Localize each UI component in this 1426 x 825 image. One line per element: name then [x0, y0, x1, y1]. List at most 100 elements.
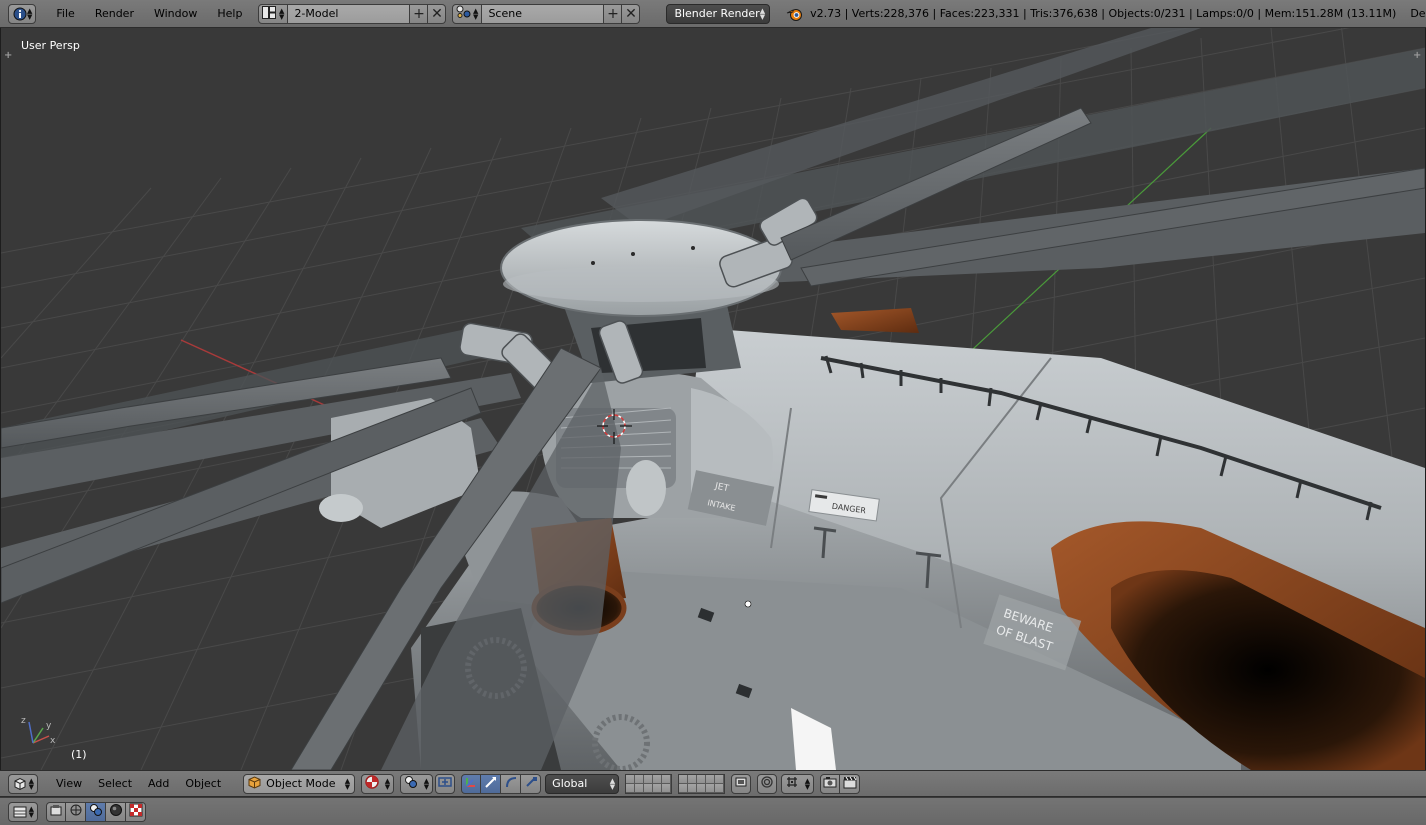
editor-type-selector[interactable]: ▲ ▼	[8, 3, 37, 24]
3d-viewport[interactable]: JET INTAKE DANGER BEWARE OF BLAST y z x …	[0, 28, 1426, 770]
close-icon: ✕	[625, 5, 637, 22]
layer-block-2[interactable]	[678, 773, 726, 794]
editor-type-selector[interactable]: ▲ ▼	[8, 801, 38, 822]
object-origin-dot	[744, 600, 752, 608]
manipulator-icon	[464, 775, 478, 792]
lock-camera-layers-button[interactable]	[731, 773, 752, 794]
updown-arrows-icon: ▲ ▼	[279, 6, 285, 21]
pivot-point-dropdown[interactable]: ▲ ▼	[400, 773, 434, 794]
translate-manipulator-button[interactable]	[481, 773, 502, 794]
menu-object[interactable]: Object	[177, 774, 229, 794]
menu-render[interactable]: Render	[85, 4, 144, 24]
bounding-box-icon	[49, 803, 63, 820]
layers-lock-icon	[734, 775, 748, 792]
screen-layout-selector: ▲ ▼ 2-Model + ✕	[258, 3, 447, 24]
proportional-editing-button[interactable]	[757, 773, 778, 794]
view-name-label: User Persp	[21, 39, 80, 52]
add-screen-button[interactable]: +	[410, 3, 429, 24]
updown-arrows-icon: ▲ ▼	[609, 776, 616, 791]
layer-block-1[interactable]	[625, 773, 673, 794]
scene-icon	[456, 5, 472, 22]
camera-render-icon	[823, 775, 837, 792]
3d-view-icon	[12, 776, 27, 791]
viewport-shading-dropdown[interactable]: ▲ ▼	[361, 773, 395, 794]
3d-view-header: ▲ ▼ View Select Add Object Object Mode ▲ ▼…	[0, 770, 1426, 797]
scene-browse[interactable]: ▲ ▼	[452, 3, 483, 24]
add-scene-button[interactable]: +	[604, 3, 623, 24]
delete-scene-button[interactable]: ✕	[622, 3, 641, 24]
screen-layout-browse[interactable]: ▲ ▼	[258, 3, 289, 24]
area-split-corner-icon[interactable]: +	[4, 50, 12, 61]
menu-window[interactable]: Window	[144, 4, 207, 24]
menu-add[interactable]: Add	[140, 774, 177, 794]
area-split-corner-icon[interactable]: +	[1413, 50, 1421, 61]
updown-arrows-icon: ▲ ▼	[759, 6, 766, 21]
shading-icon	[365, 775, 379, 792]
menu-help[interactable]: Help	[207, 4, 252, 24]
render-buttons-group	[820, 773, 861, 794]
updown-arrows-icon: ▲ ▼	[473, 6, 479, 21]
checker-icon	[129, 803, 143, 820]
scene-selector: ▲ ▼ Scene + ✕	[452, 3, 641, 24]
file-name: Demo	[1410, 7, 1426, 20]
manipulator-group	[461, 773, 542, 794]
info-header: ▲ ▼ File Render Window Help ▲ ▼ 2-Model + …	[0, 0, 1426, 28]
interaction-mode-value: Object Mode	[266, 777, 336, 790]
proportional-edit-icon	[760, 775, 774, 792]
updown-arrows-icon: ▲ ▼	[384, 776, 391, 791]
solid-sphere-icon	[89, 803, 103, 820]
rendered-shading-button[interactable]	[126, 801, 146, 822]
delete-screen-button[interactable]: ✕	[428, 3, 447, 24]
render-engine-dropdown[interactable]: Blender Render ▲ ▼	[666, 3, 771, 24]
updown-arrows-icon: ▲ ▼	[28, 776, 34, 791]
center-points-icon	[438, 775, 452, 792]
updown-arrows-icon: ▲ ▼	[27, 6, 33, 21]
editor-type-selector[interactable]: ▲ ▼	[8, 773, 38, 794]
layer-selector	[625, 773, 731, 794]
object-mode-icon	[248, 775, 261, 792]
solid-shading-button[interactable]	[86, 801, 106, 822]
pivot-icon	[404, 775, 418, 792]
scene-name[interactable]: Scene	[482, 3, 605, 24]
render-engine-value: Blender Render	[674, 7, 760, 20]
gizmo-z-label: z	[21, 716, 26, 726]
rotate-arc-icon	[504, 775, 518, 792]
blender-logo-icon	[786, 6, 804, 22]
scale-manipulator-button[interactable]	[521, 773, 542, 794]
timeline-shading-buttons	[46, 801, 146, 822]
plus-icon: +	[413, 5, 425, 22]
scale-icon	[524, 775, 538, 792]
snap-element-dropdown[interactable]: ▲ ▼	[781, 773, 815, 794]
toggle-manipulator-button[interactable]	[461, 773, 482, 794]
transform-orientation-dropdown[interactable]: Global ▲ ▼	[545, 773, 620, 794]
updown-arrows-icon: ▲ ▼	[28, 804, 34, 819]
wireframe-shading-button[interactable]	[66, 801, 86, 822]
material-shading-button[interactable]	[106, 801, 126, 822]
wireframe-icon	[69, 803, 83, 820]
transform-orientation-value: Global	[552, 777, 588, 790]
axis-gizmo: y z x	[21, 716, 56, 746]
screen-layout-name[interactable]: 2-Model	[288, 3, 411, 24]
clapper-render-icon	[843, 775, 857, 792]
rotate-manipulator-button[interactable]	[501, 773, 522, 794]
manipulate-center-points-button[interactable]	[435, 773, 456, 794]
menu-select[interactable]: Select	[90, 774, 140, 794]
current-frame-label: (1)	[71, 748, 87, 761]
timeline-header: ▲ ▼	[0, 797, 1426, 825]
material-sphere-icon	[109, 803, 123, 820]
updown-arrows-icon: ▲ ▼	[804, 776, 811, 791]
layout-icon	[262, 5, 277, 22]
scene-render: JET INTAKE DANGER BEWARE OF BLAST y z x	[1, 28, 1425, 770]
opengl-render-animation-button[interactable]	[840, 773, 861, 794]
updown-arrows-icon: ▲ ▼	[423, 776, 430, 791]
bounding-box-shading-button[interactable]	[46, 801, 66, 822]
info-icon	[12, 6, 27, 21]
plus-icon: +	[607, 5, 619, 22]
translate-arrow-icon	[484, 775, 498, 792]
opengl-render-image-button[interactable]	[820, 773, 841, 794]
menu-file[interactable]: File	[46, 4, 84, 24]
close-icon: ✕	[431, 5, 443, 22]
menu-view[interactable]: View	[48, 774, 90, 794]
interaction-mode-dropdown[interactable]: Object Mode ▲ ▼	[243, 773, 356, 794]
timeline-icon	[12, 804, 27, 819]
